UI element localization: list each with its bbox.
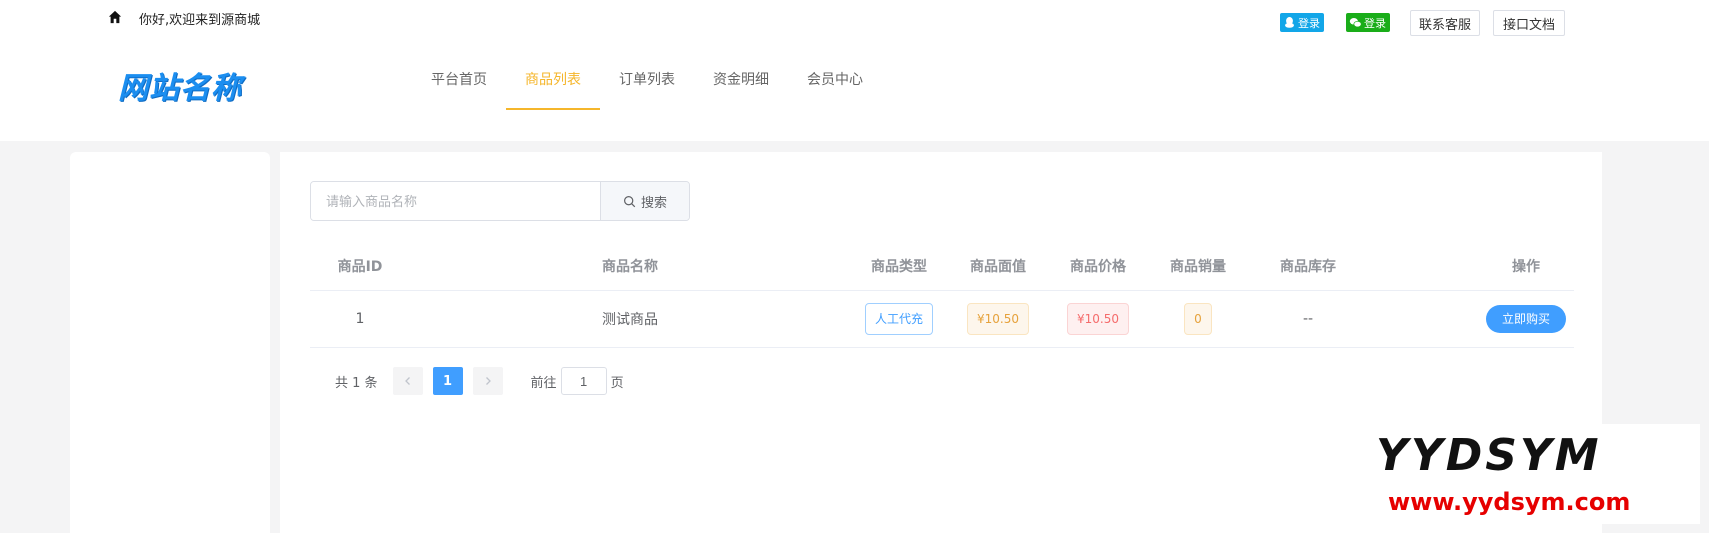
wechat-login-button[interactable]: 登录: [1346, 13, 1390, 32]
wechat-icon: [1349, 18, 1362, 28]
header-type: 商品类型: [871, 258, 927, 275]
price-tag: ¥10.50: [1067, 303, 1129, 335]
nav-item-member[interactable]: 会员中心: [788, 60, 882, 110]
cell-name: 测试商品: [602, 312, 658, 328]
cell-sales: 0: [1148, 303, 1248, 335]
cell-type: 人工代充: [850, 303, 948, 335]
welcome-text: 你好,欢迎来到源商城: [139, 13, 261, 28]
goto-page-input[interactable]: [560, 367, 607, 395]
nav-item-home[interactable]: 平台首页: [412, 60, 506, 110]
wechat-login-label: 登录: [1364, 16, 1386, 30]
sales-tag: 0: [1184, 303, 1212, 335]
qq-icon: [1285, 16, 1294, 28]
goto-prefix: 前往: [530, 375, 557, 391]
face-value-tag: ¥10.50: [967, 303, 1029, 335]
cell-id: 1: [355, 311, 365, 327]
header-price: 商品价格: [1070, 258, 1126, 275]
header-stock: 商品库存: [1280, 258, 1336, 275]
cell-stock: --: [1302, 311, 1314, 327]
nav-item-products[interactable]: 商品列表: [506, 60, 600, 110]
watermark-url: www.yydsym.com: [1388, 488, 1631, 516]
header-id: 商品ID: [337, 258, 383, 275]
product-table: 商品ID 商品名称 商品类型 商品面值 商品价格 商品销量 商品库存 操作 1 …: [310, 241, 1574, 348]
chevron-right-icon: [485, 377, 491, 385]
header-face-value: 商品面值: [970, 258, 1026, 275]
home-icon[interactable]: [108, 10, 122, 24]
search-button-label: 搜索: [640, 195, 667, 211]
cell-action: 立即购买: [1368, 305, 1574, 333]
watermark-brand: YYDSYM: [1376, 430, 1602, 481]
header-action: 操作: [1512, 258, 1540, 275]
search-input[interactable]: [311, 182, 600, 220]
watermark: YYDSYM www.yydsym.com: [1360, 424, 1700, 524]
nav-item-funds[interactable]: 资金明细: [694, 60, 788, 110]
api-docs-button[interactable]: 接口文档: [1493, 10, 1565, 36]
cell-face-value: ¥10.50: [948, 303, 1048, 335]
site-logo[interactable]: 网站名称: [118, 63, 242, 107]
main-nav: 平台首页 商品列表 订单列表 资金明细 会员中心: [412, 60, 882, 110]
search-button[interactable]: 搜索: [600, 182, 689, 220]
sidebar-panel: [70, 152, 270, 533]
nav-item-orders[interactable]: 订单列表: [600, 60, 694, 110]
pagination-total: 共 1 条: [335, 375, 378, 391]
chevron-left-icon: [404, 377, 410, 385]
topbar: 你好,欢迎来到源商城 登录 登录 联系客服 接口文档: [0, 0, 1709, 40]
goto-suffix: 页: [610, 375, 624, 391]
page-number-current[interactable]: 1: [432, 367, 463, 395]
buy-now-button[interactable]: 立即购买: [1485, 305, 1566, 333]
cell-price: ¥10.50: [1048, 303, 1148, 335]
table-row: 1 测试商品 人工代充 ¥10.50 ¥10.50 0 -- 立即购买: [310, 291, 1574, 348]
qq-login-label: 登录: [1298, 16, 1320, 30]
next-page-button[interactable]: [472, 367, 503, 395]
search-icon: [624, 195, 636, 207]
contact-service-button[interactable]: 联系客服: [1410, 10, 1480, 36]
search-box: 搜索: [310, 181, 690, 221]
type-tag: 人工代充: [864, 303, 933, 335]
header: 你好,欢迎来到源商城 登录 登录 联系客服 接口文档 网站名称 平台首页 商品列…: [0, 0, 1709, 141]
table-header: 商品ID 商品名称 商品类型 商品面值 商品价格 商品销量 商品库存 操作: [310, 241, 1574, 291]
pagination: 共 1 条 1 前往 页: [335, 367, 624, 395]
header-sales: 商品销量: [1170, 258, 1226, 275]
qq-login-button[interactable]: 登录: [1280, 13, 1324, 32]
header-name: 商品名称: [602, 258, 658, 275]
prev-page-button[interactable]: [392, 367, 423, 395]
